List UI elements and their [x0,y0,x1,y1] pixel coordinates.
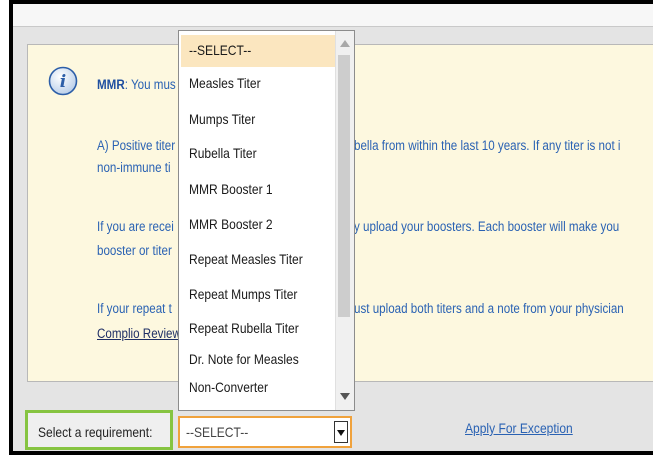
complio-review-link[interactable]: Complio Review [97,326,181,341]
scroll-up-icon[interactable] [340,40,350,47]
apply-for-exception-link[interactable]: Apply For Exception [465,420,573,436]
dropdown-option-mumps-titer[interactable]: Mumps Titer [181,109,336,129]
requirement-label-box: Select a requirement: [25,410,173,450]
dropdown-option-label: Repeat Measles Titer [189,251,303,267]
scroll-down-icon[interactable] [340,393,350,400]
dropdown-option-mmr-booster-2[interactable]: MMR Booster 2 [181,214,336,234]
dropdown-option-repeat-mumps-titer[interactable]: Repeat Mumps Titer [181,284,336,304]
dropdown-option-dr-note-measles[interactable]: Dr. Note for Measles [181,349,336,369]
requirement-select[interactable]: --SELECT-- [178,416,352,448]
notice-line-6a: If your repeat t [97,301,172,316]
notice-line-2b: bella from within the last 10 years. If … [354,138,621,153]
top-strip [13,4,653,27]
dropdown-option-label: Mumps Titer [189,111,256,127]
dropdown-option-label: Repeat Rubella Titer [189,320,299,336]
notice-line-6b: ust upload both titers and a note from y… [354,301,624,316]
dropdown-option-label: MMR Booster 1 [189,181,273,197]
dropdown-option-label: Repeat Mumps Titer [189,286,298,302]
dropdown-option-label: Rubella Titer [189,145,257,161]
notice-title: MMR [97,77,125,92]
notice-line-1: MMR: You mus [97,77,176,92]
dropdown-option-mmr-booster-1[interactable]: MMR Booster 1 [181,179,336,199]
dropdown-option-label: Non-Converter [189,379,268,395]
requirement-dropdown-list[interactable]: --SELECT-- Measles Titer Mumps Titer Rub… [178,30,355,411]
notice-line-1-text: : You mus [124,77,176,92]
notice-line-5: booster or titer [97,243,172,258]
dropdown-option-select[interactable]: --SELECT-- [181,35,336,67]
dropdown-option-label: Dr. Note for Measles [189,351,299,367]
scroll-thumb[interactable] [338,55,350,317]
notice-line-4a: If you are recei [97,219,174,234]
dropdown-option-label: MMR Booster 2 [189,216,273,232]
dropdown-option-rubella-titer[interactable]: Rubella Titer [181,143,336,163]
notice-line-4b: y upload your boosters. Each booster wil… [354,219,620,234]
dropdown-option-label: Measles Titer [189,75,261,91]
notice-line-2a: A) Positive titer [97,138,176,153]
dropdown-option-label: --SELECT-- [189,42,252,58]
dropdown-option-repeat-measles-titer[interactable]: Repeat Measles Titer [181,249,336,269]
dropdown-option-repeat-rubella-titer[interactable]: Repeat Rubella Titer [181,318,336,338]
requirement-select-value: --SELECT-- [186,424,249,440]
dropdown-option-dr-note-measles-cont[interactable]: Non-Converter [181,377,336,397]
chevron-down-icon[interactable] [334,421,348,443]
dropdown-option-measles-titer[interactable]: Measles Titer [181,73,336,93]
notice-line-3: non-immune ti [97,160,171,175]
dropdown-scrollbar[interactable] [335,31,354,410]
requirement-label: Select a requirement: [38,424,153,440]
info-icon: i [48,66,78,96]
svg-text:i: i [60,72,66,92]
